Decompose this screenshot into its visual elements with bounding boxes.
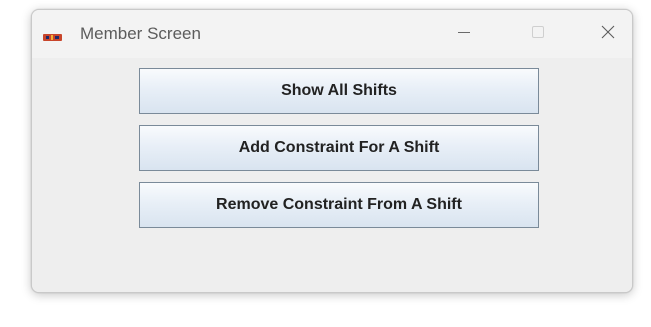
- maximize-icon: [531, 25, 545, 44]
- minimize-button[interactable]: [441, 10, 487, 58]
- window-title: Member Screen: [80, 24, 201, 43]
- show-all-shifts-button[interactable]: Show All Shifts: [139, 68, 539, 114]
- add-constraint-button[interactable]: Add Constraint For A Shift: [139, 125, 539, 171]
- content-panel: Show All Shifts Add Constraint For A Shi…: [32, 58, 632, 292]
- remove-constraint-button[interactable]: Remove Constraint From A Shift: [139, 182, 539, 228]
- minimize-icon: [457, 25, 471, 44]
- member-screen-window: Member Screen Show All Shifts Add Constr…: [31, 9, 633, 293]
- close-icon: [600, 24, 616, 45]
- java-cup-icon: [43, 29, 62, 41]
- close-button[interactable]: [585, 10, 631, 58]
- title-bar[interactable]: Member Screen: [32, 10, 632, 58]
- maximize-button[interactable]: [515, 10, 561, 58]
